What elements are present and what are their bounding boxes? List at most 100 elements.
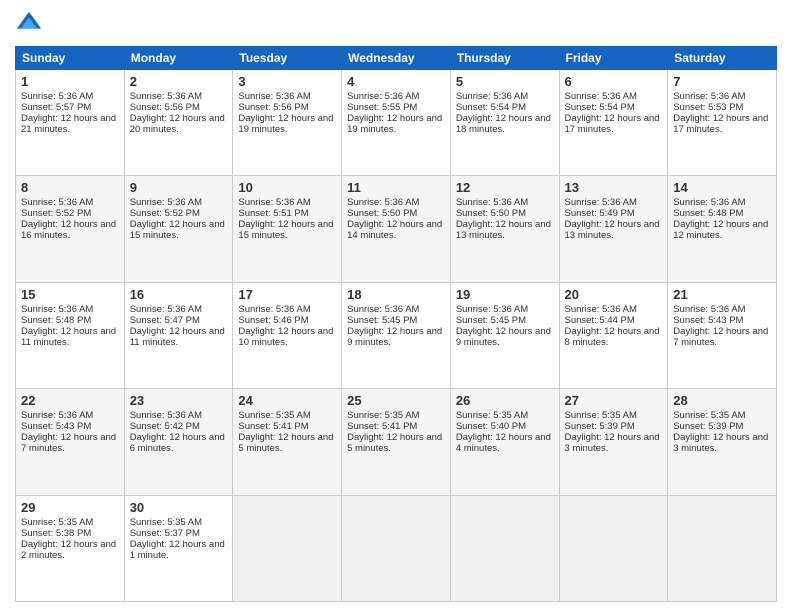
day-number: 18 [347, 287, 445, 302]
day-number: 4 [347, 74, 445, 89]
sunset-text: Sunset: 5:43 PM [21, 421, 91, 432]
sunrise-text: Sunrise: 5:35 AM [347, 410, 419, 421]
daylight-text: Daylight: 12 hours and 2 minutes. [21, 539, 116, 561]
daylight-text: Daylight: 12 hours and 18 minutes. [456, 113, 551, 135]
day-number: 3 [238, 74, 336, 89]
calendar-cell [342, 495, 451, 601]
day-number: 13 [565, 180, 663, 195]
day-number: 10 [238, 180, 336, 195]
sunset-text: Sunset: 5:40 PM [456, 421, 526, 432]
calendar-header-row: SundayMondayTuesdayWednesdayThursdayFrid… [16, 47, 777, 70]
page: SundayMondayTuesdayWednesdayThursdayFrid… [0, 0, 792, 612]
logo [15, 10, 47, 38]
sunrise-text: Sunrise: 5:36 AM [673, 197, 745, 208]
daylight-text: Daylight: 12 hours and 6 minutes. [130, 432, 225, 454]
sunrise-text: Sunrise: 5:35 AM [130, 517, 202, 528]
calendar-cell: 19Sunrise: 5:36 AMSunset: 5:45 PMDayligh… [450, 282, 559, 388]
calendar-week-2: 8Sunrise: 5:36 AMSunset: 5:52 PMDaylight… [16, 176, 777, 282]
sunset-text: Sunset: 5:50 PM [456, 208, 526, 219]
calendar-cell: 8Sunrise: 5:36 AMSunset: 5:52 PMDaylight… [16, 176, 125, 282]
daylight-text: Daylight: 12 hours and 20 minutes. [130, 113, 225, 135]
sunset-text: Sunset: 5:53 PM [673, 102, 743, 113]
sunset-text: Sunset: 5:46 PM [238, 315, 308, 326]
sunset-text: Sunset: 5:41 PM [238, 421, 308, 432]
daylight-text: Daylight: 12 hours and 19 minutes. [347, 113, 442, 135]
sunset-text: Sunset: 5:42 PM [130, 421, 200, 432]
calendar-cell: 4Sunrise: 5:36 AMSunset: 5:55 PMDaylight… [342, 70, 451, 176]
calendar-cell: 21Sunrise: 5:36 AMSunset: 5:43 PMDayligh… [668, 282, 777, 388]
day-number: 23 [130, 393, 228, 408]
sunset-text: Sunset: 5:56 PM [130, 102, 200, 113]
daylight-text: Daylight: 12 hours and 8 minutes. [565, 326, 660, 348]
daylight-text: Daylight: 12 hours and 5 minutes. [347, 432, 442, 454]
sunset-text: Sunset: 5:38 PM [21, 528, 91, 539]
daylight-text: Daylight: 12 hours and 3 minutes. [673, 432, 768, 454]
calendar-week-4: 22Sunrise: 5:36 AMSunset: 5:43 PMDayligh… [16, 389, 777, 495]
day-number: 7 [673, 74, 771, 89]
calendar-cell: 14Sunrise: 5:36 AMSunset: 5:48 PMDayligh… [668, 176, 777, 282]
sunrise-text: Sunrise: 5:36 AM [238, 197, 310, 208]
sunrise-text: Sunrise: 5:36 AM [130, 197, 202, 208]
sunrise-text: Sunrise: 5:35 AM [238, 410, 310, 421]
calendar-cell: 27Sunrise: 5:35 AMSunset: 5:39 PMDayligh… [559, 389, 668, 495]
day-number: 16 [130, 287, 228, 302]
sunset-text: Sunset: 5:52 PM [21, 208, 91, 219]
sunrise-text: Sunrise: 5:35 AM [456, 410, 528, 421]
sunrise-text: Sunrise: 5:36 AM [130, 91, 202, 102]
day-number: 20 [565, 287, 663, 302]
calendar-header-thursday: Thursday [450, 47, 559, 70]
sunset-text: Sunset: 5:41 PM [347, 421, 417, 432]
sunrise-text: Sunrise: 5:35 AM [565, 410, 637, 421]
logo-icon [15, 10, 43, 38]
calendar-cell: 17Sunrise: 5:36 AMSunset: 5:46 PMDayligh… [233, 282, 342, 388]
sunset-text: Sunset: 5:44 PM [565, 315, 635, 326]
sunset-text: Sunset: 5:57 PM [21, 102, 91, 113]
calendar-cell: 10Sunrise: 5:36 AMSunset: 5:51 PMDayligh… [233, 176, 342, 282]
sunrise-text: Sunrise: 5:36 AM [130, 304, 202, 315]
calendar-cell [233, 495, 342, 601]
daylight-text: Daylight: 12 hours and 15 minutes. [130, 219, 225, 241]
day-number: 26 [456, 393, 554, 408]
calendar-cell [668, 495, 777, 601]
calendar-header-sunday: Sunday [16, 47, 125, 70]
day-number: 29 [21, 500, 119, 515]
daylight-text: Daylight: 12 hours and 10 minutes. [238, 326, 333, 348]
day-number: 11 [347, 180, 445, 195]
sunrise-text: Sunrise: 5:36 AM [238, 304, 310, 315]
day-number: 30 [130, 500, 228, 515]
calendar-cell: 3Sunrise: 5:36 AMSunset: 5:56 PMDaylight… [233, 70, 342, 176]
calendar-week-1: 1 Sunrise: 5:36 AM Sunset: 5:57 PM Daylight… [16, 70, 777, 176]
calendar-cell: 24Sunrise: 5:35 AMSunset: 5:41 PMDayligh… [233, 389, 342, 495]
daylight-text: Daylight: 12 hours and 5 minutes. [238, 432, 333, 454]
calendar-cell: 25Sunrise: 5:35 AMSunset: 5:41 PMDayligh… [342, 389, 451, 495]
day-number: 5 [456, 74, 554, 89]
daylight-text: Daylight: 12 hours and 4 minutes. [456, 432, 551, 454]
sunrise-text: Sunrise: 5:36 AM [21, 410, 93, 421]
calendar-cell: 11 Sunrise: 5:36 AMSunset: 5:50 PMDayligh… [342, 176, 451, 282]
sunrise-text: Sunrise: 5:36 AM [347, 91, 419, 102]
daylight-text: Daylight: 12 hours and 16 minutes. [21, 219, 116, 241]
day-number: 8 [21, 180, 119, 195]
sunset-text: Sunset: 5:50 PM [347, 208, 417, 219]
day-number: 21 [673, 287, 771, 302]
daylight-text: Daylight: 12 hours and 14 minutes. [347, 219, 442, 241]
sunrise-text: Sunrise: 5:36 AM [673, 304, 745, 315]
sunrise-text: Sunrise: 5:36 AM [347, 197, 419, 208]
sunrise-text: Sunrise: 5:35 AM [673, 410, 745, 421]
daylight-text: Daylight: 12 hours and 1 minute. [130, 539, 225, 561]
calendar-cell [450, 495, 559, 601]
sunrise-text: Sunrise: 5:36 AM [238, 91, 310, 102]
calendar-week-5: 29Sunrise: 5:35 AMSunset: 5:38 PMDayligh… [16, 495, 777, 601]
sunrise-text: Sunrise: 5:36 AM [673, 91, 745, 102]
sunset-text: Sunset: 5:47 PM [130, 315, 200, 326]
calendar-cell: 15Sunrise: 5:36 AMSunset: 5:48 PMDayligh… [16, 282, 125, 388]
sunset-text: Sunset: 5:45 PM [456, 315, 526, 326]
calendar-cell: 1Sunrise: 5:36 AMSunset: 5:57 PMDaylight… [16, 70, 125, 176]
daylight-text: Daylight: 12 hours and 7 minutes. [21, 432, 116, 454]
daylight-text: Daylight: 12 hours and 13 minutes. [456, 219, 551, 241]
calendar-cell: 16Sunrise: 5:36 AMSunset: 5:47 PMDayligh… [124, 282, 233, 388]
day-number: 1 [21, 74, 119, 89]
calendar-cell: 26 Sunrise: 5:35 AMSunset: 5:40 PMDayligh… [450, 389, 559, 495]
sunrise-text: Sunrise: 5:36 AM [130, 410, 202, 421]
daylight-text: Daylight: 12 hours and 9 minutes. [347, 326, 442, 348]
